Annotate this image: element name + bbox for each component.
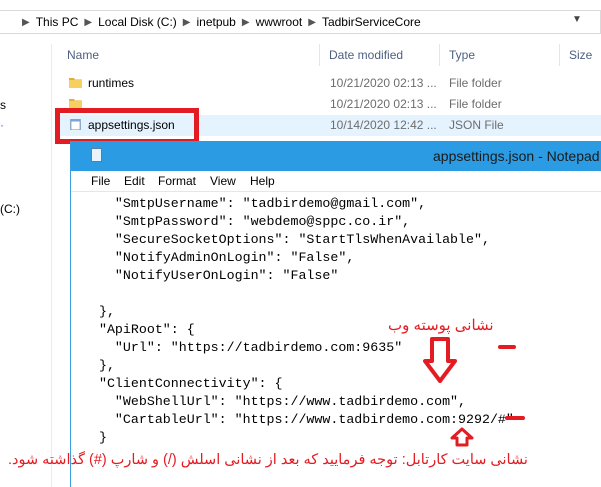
breadcrumb-inetpub[interactable]: inetpub bbox=[196, 15, 235, 29]
file-type: File folder bbox=[449, 97, 502, 111]
arrow-up-icon bbox=[450, 427, 474, 447]
navigation-pane: s · (C:) bbox=[0, 44, 52, 487]
code-line: "SecureSocketOptions": "StartTlsWhenAvai… bbox=[83, 232, 490, 247]
code-line: "Url": "https://tadbirdemo.com:9635" bbox=[83, 340, 403, 355]
breadcrumb-this-pc[interactable]: This PC bbox=[36, 15, 79, 29]
nav-item-fragment[interactable]: · bbox=[0, 118, 4, 132]
chevron-right-icon[interactable]: ▶ bbox=[308, 17, 316, 28]
chevron-right-icon[interactable]: ▶ bbox=[22, 17, 30, 28]
annotation-web-shell: نشانی پوسته وب bbox=[388, 317, 494, 334]
file-row-runtimes[interactable]: runtimes 10/21/2020 02:13 ... File folde… bbox=[60, 73, 601, 94]
menu-file[interactable]: File bbox=[91, 174, 110, 188]
column-date-modified[interactable]: Date modified bbox=[329, 48, 403, 62]
code-line: "SmtpPassword": "webdemo@sppc.co.ir", bbox=[83, 214, 411, 229]
breadcrumb-wwwroot[interactable]: wwwroot bbox=[256, 15, 303, 29]
menu-format[interactable]: Format bbox=[158, 174, 196, 188]
file-name: runtimes bbox=[88, 76, 135, 90]
code-line: "WebShellUrl": "https://www.tadbirdemo.c… bbox=[83, 394, 467, 409]
column-name[interactable]: Name bbox=[67, 48, 99, 62]
file-type: JSON File bbox=[449, 118, 504, 132]
notepad-window: appsettings.json - Notepad File Edit For… bbox=[70, 141, 601, 487]
code-line: "SmtpUsername": "tadbirdemo@gmail.com", bbox=[83, 196, 427, 211]
menu-bar: File Edit Format View Help bbox=[71, 171, 601, 192]
file-date: 10/14/2020 12:42 ... bbox=[330, 118, 437, 132]
arrow-down-icon bbox=[423, 337, 457, 383]
file-list-header: Name Date modified Type Size bbox=[52, 44, 601, 66]
menu-edit[interactable]: Edit bbox=[124, 174, 145, 188]
annotation-tick bbox=[505, 416, 525, 420]
address-dropdown-icon[interactable]: ▼ bbox=[572, 14, 582, 25]
annotation-tick bbox=[498, 345, 516, 349]
breadcrumb[interactable]: ▶ This PC ▶ Local Disk (C:) ▶ inetpub ▶ … bbox=[0, 10, 601, 34]
annotation-cartable-url: نشانی سایت کارتابل: توجه فرمایید که بعد … bbox=[8, 452, 528, 468]
column-size[interactable]: Size bbox=[569, 48, 592, 62]
nav-item-fragment[interactable]: s bbox=[0, 98, 6, 112]
text-editor[interactable]: "SmtpUsername": "tadbirdemo@gmail.com", … bbox=[83, 192, 601, 487]
notepad-title-bar[interactable]: appsettings.json - Notepad bbox=[71, 141, 601, 171]
folder-icon bbox=[69, 78, 82, 88]
code-line: } bbox=[83, 430, 107, 445]
highlight-box bbox=[55, 108, 199, 144]
notepad-icon bbox=[91, 148, 102, 162]
column-type[interactable]: Type bbox=[449, 48, 475, 62]
breadcrumb-tadbirservicecore[interactable]: TadbirServiceCore bbox=[322, 15, 421, 29]
chevron-right-icon[interactable]: ▶ bbox=[84, 17, 92, 28]
address-bar[interactable]: ▶ This PC ▶ Local Disk (C:) ▶ inetpub ▶ … bbox=[0, 0, 601, 44]
code-line: }, bbox=[83, 358, 115, 373]
menu-help[interactable]: Help bbox=[250, 174, 275, 188]
code-line: }, bbox=[83, 304, 115, 319]
menu-view[interactable]: View bbox=[210, 174, 236, 188]
chevron-right-icon[interactable]: ▶ bbox=[242, 17, 250, 28]
nav-item-local-disk[interactable]: (C:) bbox=[0, 202, 20, 216]
breadcrumb-local-disk[interactable]: Local Disk (C:) bbox=[98, 15, 177, 29]
code-line: "ClientConnectivity": { bbox=[83, 376, 283, 391]
code-line: "ApiRoot": { bbox=[83, 322, 195, 337]
chevron-right-icon[interactable]: ▶ bbox=[183, 17, 191, 28]
file-date: 10/21/2020 02:13 ... bbox=[330, 76, 437, 90]
code-line: "NotifyAdminOnLogin": "False", bbox=[83, 250, 355, 265]
code-line: "NotifyUserOnLogin": "False" bbox=[83, 268, 339, 283]
window-title: appsettings.json - Notepad bbox=[433, 148, 600, 164]
file-type: File folder bbox=[449, 76, 502, 90]
file-date: 10/21/2020 02:13 ... bbox=[330, 97, 437, 111]
